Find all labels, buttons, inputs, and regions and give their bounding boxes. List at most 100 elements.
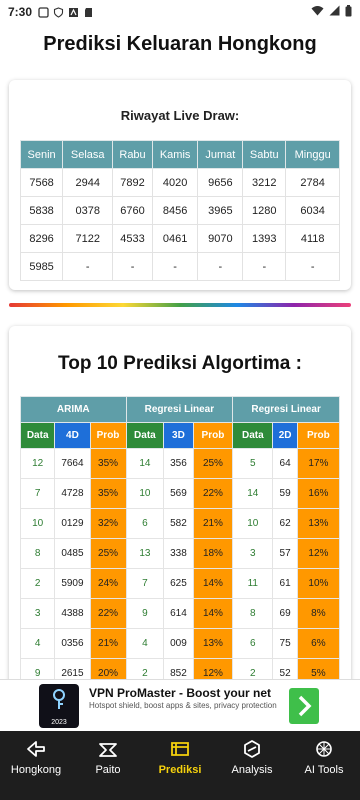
ad-open-button[interactable] [289, 688, 319, 724]
pred-data-cell: 7 [125, 568, 165, 599]
table-row: 2 5909 24% 7 625 14% 11 61 10% [19, 568, 341, 599]
signal-icon [329, 5, 340, 19]
pred-number-cell: 009 [163, 628, 194, 659]
group-header-regresi-3d: Regresi Linear [125, 396, 234, 423]
pred-prob-cell: 17% [296, 448, 341, 479]
pred-number-cell: 0129 [54, 508, 91, 539]
history-cell: - [197, 252, 244, 281]
history-header-row: Senin Selasa Rabu Kamis Jumat Sabtu Ming… [19, 140, 340, 169]
pred-data-cell: 9 [125, 598, 165, 629]
pred-data-cell: 14 [125, 448, 165, 479]
history-cell: - [242, 252, 287, 281]
pred-data-cell: 6 [125, 508, 165, 539]
pred-prob-cell: 8% [296, 598, 341, 629]
pred-prob-cell: 32% [89, 508, 127, 539]
group-header-regresi-2d: Regresi Linear [232, 396, 340, 423]
history-cell: 0378 [62, 196, 114, 225]
pred-number-cell: 338 [163, 538, 194, 569]
history-cell: 8456 [151, 196, 199, 225]
history-col-header: Rabu [112, 140, 153, 169]
nav-item-ai-tools[interactable]: AI Tools [288, 731, 360, 800]
pred-data-cell: 10 [19, 508, 56, 539]
prediction-group-row: ARIMA Regresi Linear Regresi Linear [20, 396, 340, 423]
pred-number-cell: 582 [163, 508, 194, 539]
pred-data-cell: 8 [232, 598, 274, 629]
analysis-icon [244, 740, 260, 758]
pred-prob-cell: 21% [89, 628, 127, 659]
pred-data-cell: 4 [125, 628, 165, 659]
history-col-header: Selasa [62, 140, 114, 169]
pred-prob-cell: 22% [89, 598, 127, 629]
history-cell: 1280 [242, 196, 287, 225]
pred-data-cell: 5 [232, 448, 274, 479]
pred-prob-cell: 13% [192, 628, 234, 659]
history-table: Senin Selasa Rabu Kamis Jumat Sabtu Ming… [19, 140, 340, 281]
pred-data-cell: 3 [232, 538, 274, 569]
sim-icon [38, 6, 49, 18]
history-col-header: Jumat [197, 140, 244, 169]
history-cell: 2784 [285, 168, 340, 197]
nav-item-analysis[interactable]: Analysis [216, 731, 288, 800]
history-col-header: Senin [19, 140, 64, 169]
pred-prob-cell: 12% [296, 538, 341, 569]
vpn-app-logo[interactable]: 2023 [39, 684, 79, 728]
pred-number-cell: 7664 [54, 448, 91, 479]
history-cell: 4118 [285, 224, 340, 253]
subheader-2d: 2D [272, 422, 298, 449]
history-col-header: Kamis [151, 140, 199, 169]
subheader-data: Data [232, 422, 274, 449]
table-row: 5985 - - - - - - [19, 252, 340, 281]
bottom-nav: Hongkong Paito Prediksi Analysis AI Tool… [0, 731, 360, 800]
nav-item-paito[interactable]: Paito [72, 731, 144, 800]
nav-label: AI Tools [304, 764, 344, 776]
nav-item-prediksi[interactable]: Prediksi [144, 731, 216, 800]
ad-banner[interactable]: 2023 VPN ProMaster - Boost your net Hots… [0, 679, 360, 731]
pred-prob-cell: 18% [192, 538, 234, 569]
ad-title[interactable]: VPN ProMaster - Boost your net [89, 686, 271, 700]
table-row: 3 4388 22% 9 614 14% 8 69 8% [19, 598, 341, 629]
history-cell: - [285, 252, 340, 281]
pred-prob-cell: 22% [192, 478, 234, 509]
status-bar: 7:30 [0, 0, 360, 24]
table-row: 12 7664 35% 14 356 25% 5 64 17% [19, 448, 341, 479]
history-cell: 9070 [197, 224, 244, 253]
history-cell: 4020 [151, 168, 199, 197]
pred-data-cell: 10 [232, 508, 274, 539]
nav-item-hongkong[interactable]: Hongkong [0, 731, 72, 800]
nav-label: Paito [95, 764, 121, 776]
pred-prob-cell: 14% [192, 598, 234, 629]
wifi-icon [311, 5, 324, 19]
history-cell: 7122 [62, 224, 114, 253]
history-cell: 3212 [242, 168, 287, 197]
history-cell: 8296 [19, 224, 64, 253]
pred-prob-cell: 21% [192, 508, 234, 539]
history-card: Riwayat Live Draw: Senin Selasa Rabu Kam… [9, 80, 351, 290]
chevron-right-icon [298, 695, 312, 717]
table-row: 7 4728 35% 10 569 22% 14 59 16% [19, 478, 341, 509]
shield-status-icon [53, 6, 64, 18]
logo-year: 2023 [51, 719, 67, 726]
history-cell: - [112, 252, 153, 281]
history-cell: 9656 [197, 168, 244, 197]
prediction-card[interactable]: Top 10 Prediksi Algortima : ARIMA Regres… [9, 326, 351, 706]
status-time: 7:30 [8, 5, 33, 19]
history-cell: 5985 [19, 252, 64, 281]
history-cell: 0461 [151, 224, 199, 253]
pred-number-cell: 62 [272, 508, 298, 539]
pred-number-cell: 5909 [54, 568, 91, 599]
pred-number-cell: 569 [163, 478, 194, 509]
page-title: Prediksi Keluaran Hongkong [43, 33, 317, 55]
nav-label: Prediksi [158, 764, 202, 776]
ad-description: Hotspot shield, boost apps & sites, priv… [89, 701, 277, 710]
pred-number-cell: 0485 [54, 538, 91, 569]
pred-prob-cell: 35% [89, 478, 127, 509]
pred-number-cell: 57 [272, 538, 298, 569]
hongkong-icon [27, 741, 45, 757]
history-col-header: Sabtu [242, 140, 287, 169]
pred-number-cell: 61 [272, 568, 298, 599]
subheader-data: Data [19, 422, 56, 449]
prediction-subheader-row: Data 4D Prob Data 3D Prob Data 2D Prob [19, 422, 341, 449]
pred-prob-cell: 13% [296, 508, 341, 539]
pred-data-cell: 14 [232, 478, 274, 509]
pred-data-cell: 13 [125, 538, 165, 569]
